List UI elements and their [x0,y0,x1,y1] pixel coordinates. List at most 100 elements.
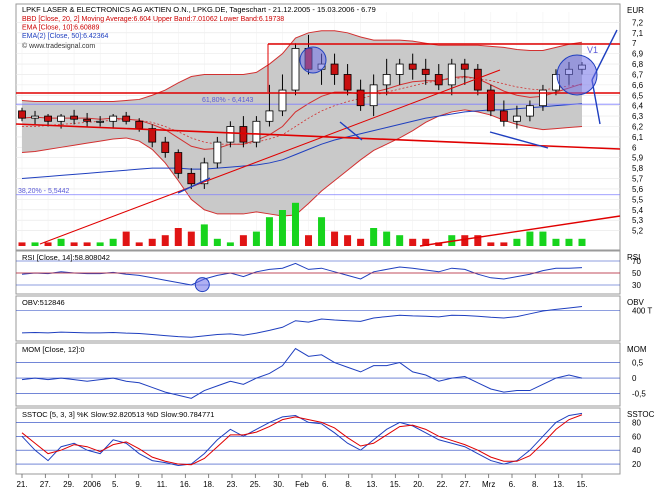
volume-bar [96,242,104,246]
price-tick-label: 7,1 [632,29,644,38]
rsi-tick-label: 30 [632,281,641,290]
volume-bar [526,231,534,246]
x-tick-label: 15. [390,480,401,489]
x-tick-label: 29. [63,480,74,489]
x-tick-label: 8. [345,480,352,489]
fib-38-label: 38,20% - 5,5442 [18,188,69,195]
volume-bar [539,231,547,246]
price-tick-label: 6,1 [632,133,644,142]
candle-body [330,63,339,75]
legend-entry: BBD [Close, 20, 2] Moving Average:6.604 … [22,16,284,23]
price-tick-label: 6,4 [632,102,644,111]
x-tick-label: 18. [203,480,214,489]
candle-body [135,120,144,129]
price-tick-label: 5,9 [632,154,644,163]
candle-body [526,105,534,117]
volume-bar [265,217,273,246]
volume-bar [552,238,560,246]
volume-bar [318,217,326,246]
volume-bar [344,235,352,246]
x-tick-label: 2006 [83,480,101,489]
price-tick-label: 6,3 [632,112,644,121]
candle-body [447,63,456,86]
sstoc-axis-label: SSTOC [627,410,655,419]
sstoc-tick-label: 40 [632,446,641,455]
volume-bar [109,238,117,246]
price-tick-label: 6,8 [632,60,644,69]
legend-entry: EMA [Close, 10]:6.60889 [22,25,100,32]
candle-body [109,115,118,122]
rsi-title: RSI [Close, 14]:58.808042 [22,253,110,262]
volume-bar [500,242,508,246]
obv-axis-label: OBV [627,298,645,307]
volume-bar [409,238,417,246]
volume-bar [83,242,91,246]
mom-tick-label: -0,5 [632,390,646,399]
candle-body [499,110,508,122]
volume-bar [44,242,52,246]
obv-title: OBV:512846 [22,298,65,307]
x-tick-label: 20. [413,480,424,489]
price-tick-label: 5,8 [632,164,644,173]
candle-body [57,115,65,122]
x-tick-label: 9. [135,480,142,489]
sstoc-tick-label: 60 [632,432,641,441]
candle-body [70,115,78,120]
sstoc-tick-label: 20 [632,460,641,469]
candle-body [44,115,52,122]
price-tick-label: 5,7 [632,175,644,184]
x-tick-label: Mrz [482,480,495,489]
volume-bar [148,238,156,246]
price-tick-label: 5,4 [632,206,644,215]
candle-body [265,110,274,122]
candle-body [395,63,404,75]
mom-axis-label: MOM [627,345,647,354]
x-tick-label: Feb [295,480,309,489]
price-tick-label: 6,2 [632,123,644,132]
volume-bar [213,238,221,246]
x-tick-label: 27. [460,480,471,489]
candle-body [421,68,430,75]
mom-tick-label: 0 [632,374,637,383]
volume-bar [174,228,182,246]
candle-body [434,74,443,86]
highlight-circle [299,46,327,74]
wave-label: V1 [587,45,598,55]
highlight-circle [556,54,598,96]
volume-bar [252,231,260,246]
candle-body [18,110,26,119]
obv-tick-label: 400 T [632,306,652,315]
volume-bar [226,242,234,246]
volume-bar [357,238,365,246]
price-tick-label: 7,2 [632,18,644,27]
price-tick-label: 5,6 [632,185,644,194]
x-tick-label: 30. [273,480,284,489]
candle-body [382,74,391,86]
candle-body [291,48,300,91]
candle-body [187,172,196,185]
x-tick-label: 22. [436,480,447,489]
x-tick-label: 6. [322,480,329,489]
volume-bar [187,231,195,246]
sstoc-title: SSTOC [5, 3, 3] %K Slow:92.820513 %D Slo… [22,410,214,419]
volume-bar [291,202,299,246]
rsi-axis-label: RSI [627,253,640,262]
volume-bar [135,242,143,246]
candle-body [148,128,157,143]
legend-entry: EMA(2) [Close, 50]:6.42364 [22,33,108,40]
mom-tick-label: 0,5 [632,359,644,368]
sstoc-tick-label: 80 [632,418,641,427]
volume-bar [70,242,78,246]
x-tick-label: 5. [112,480,119,489]
candle-body [369,84,378,107]
mom-title: MOM [Close, 12]:0 [22,345,85,354]
candle-body [226,126,235,143]
volume-bar [239,235,247,246]
volume-bar [487,242,495,246]
watermark-text: © www.tradesignal.com [22,42,95,50]
volume-bar [396,235,404,246]
volume-bar [565,238,573,246]
candle-body [408,63,417,70]
price-tick-label: 5,5 [632,195,644,204]
chart-canvas: 7,27,176,96,86,76,66,56,46,36,26,165,95,… [15,3,655,489]
